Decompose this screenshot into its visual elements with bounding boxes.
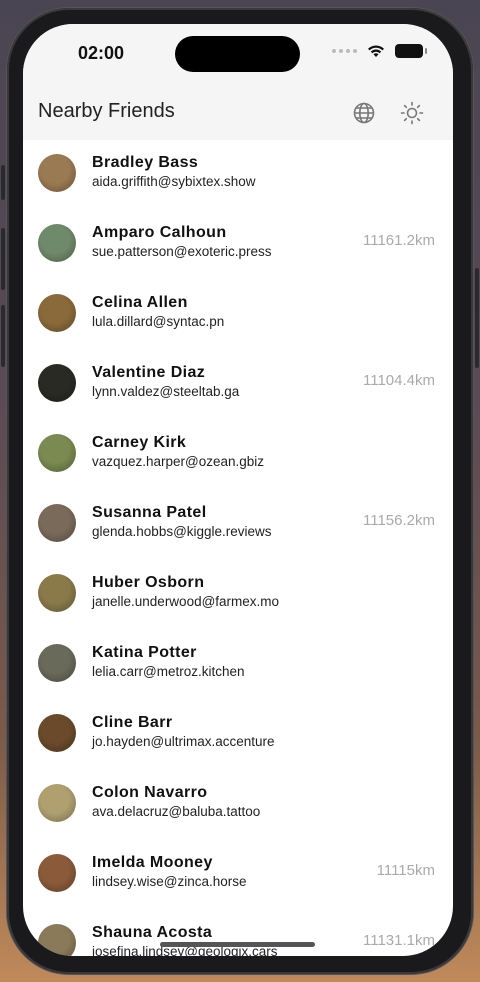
signal-icon [332, 49, 357, 53]
app-header: Nearby Friends [23, 86, 453, 140]
friend-name: Shauna Acosta [92, 924, 213, 941]
list-item[interactable]: Colon Navarro ava.delacruz@baluba.tattoo [23, 770, 453, 840]
friend-email: lelia.carr@metroz.kitchen [92, 664, 245, 679]
friend-email: sue.patterson@exoteric.press [92, 244, 272, 259]
friend-name: Katina Potter [92, 644, 197, 661]
friend-name: Huber Osborn [92, 574, 205, 591]
friend-email: ava.delacruz@baluba.tattoo [92, 804, 261, 819]
list-item[interactable]: Bradley Bass aida.griffith@sybixtex.show [23, 140, 453, 210]
list-item[interactable]: Katina Potter lelia.carr@metroz.kitchen [23, 630, 453, 700]
list-item[interactable]: Amparo Calhoun sue.patterson@exoteric.pre… [23, 210, 453, 280]
avatar [38, 574, 76, 612]
friend-name: Imelda Mooney [92, 854, 213, 871]
sun-icon [400, 101, 424, 125]
friend-name: Valentine Diaz [92, 364, 206, 381]
volume-up-button [1, 228, 5, 290]
friend-email: lindsey.wise@zinca.horse [92, 874, 247, 889]
list-item[interactable]: Carney Kirk vazquez.harper@ozean.gbiz [23, 420, 453, 490]
page-title: Nearby Friends [38, 100, 175, 122]
avatar [38, 434, 76, 472]
avatar [38, 784, 76, 822]
list-item[interactable]: Shauna Acosta josefina.lindsey@geologix.c… [23, 910, 453, 956]
avatar [38, 224, 76, 262]
list-item[interactable]: Celina Allen lula.dillard@syntac.pn [23, 280, 453, 350]
friend-email: lynn.valdez@steeltab.ga [92, 384, 240, 399]
friend-name: Celina Allen [92, 294, 188, 311]
screen: 02:00 Nearby Friends Bradley Bass aida.g… [23, 24, 453, 956]
friend-email: janelle.underwood@farmex.mo [92, 594, 280, 609]
action-button [1, 165, 5, 200]
home-indicator[interactable] [160, 942, 315, 947]
avatar [38, 924, 76, 956]
avatar [38, 714, 76, 752]
friend-distance: 11115km [376, 862, 435, 879]
friend-name: Susanna Patel [92, 504, 207, 521]
friend-email: aida.griffith@sybixtex.show [92, 174, 256, 189]
friend-email: glenda.hobbs@kiggle.reviews [92, 524, 272, 539]
avatar [38, 294, 76, 332]
globe-icon [353, 102, 375, 124]
friend-name: Cline Barr [92, 714, 173, 731]
list-item[interactable]: Valentine Diaz lynn.valdez@steeltab.ga 111… [23, 350, 453, 420]
globe-button[interactable] [349, 98, 379, 128]
friend-name: Colon Navarro [92, 784, 208, 801]
volume-down-button [1, 305, 5, 367]
status-icons [332, 44, 427, 58]
list-item[interactable]: Imelda Mooney lindsey.wise@zinca.horse 111… [23, 840, 453, 910]
avatar [38, 504, 76, 542]
avatar [38, 364, 76, 402]
friend-email: vazquez.harper@ozean.gbiz [92, 454, 265, 469]
wifi-icon [368, 45, 384, 57]
power-button [475, 268, 479, 368]
friend-distance: 11156.2km [363, 512, 435, 529]
dynamic-island [175, 36, 300, 72]
friends-list[interactable]: Bradley Bass aida.griffith@sybixtex.show A… [23, 140, 453, 956]
friend-distance: 11161.2km [363, 232, 435, 249]
friend-name: Carney Kirk [92, 434, 187, 451]
friend-distance: 11131.1km [363, 932, 435, 949]
avatar [38, 154, 76, 192]
avatar [38, 644, 76, 682]
status-time: 02:00 [78, 43, 125, 63]
avatar [38, 854, 76, 892]
friend-name: Bradley Bass [92, 154, 199, 171]
list-item[interactable]: Cline Barr jo.hayden@ultrimax.accenture [23, 700, 453, 770]
list-item[interactable]: Huber Osborn janelle.underwood@farmex.mo [23, 560, 453, 630]
friend-email: lula.dillard@syntac.pn [92, 314, 225, 329]
battery-icon [395, 44, 427, 58]
theme-toggle-button[interactable] [397, 98, 427, 128]
friend-email: jo.hayden@ultrimax.accenture [92, 734, 275, 749]
list-item[interactable]: Susanna Patel glenda.hobbs@kiggle.reviews… [23, 490, 453, 560]
friend-distance: 11104.4km [363, 372, 435, 389]
friend-name: Amparo Calhoun [92, 224, 227, 241]
status-bar: 02:00 [23, 24, 453, 86]
